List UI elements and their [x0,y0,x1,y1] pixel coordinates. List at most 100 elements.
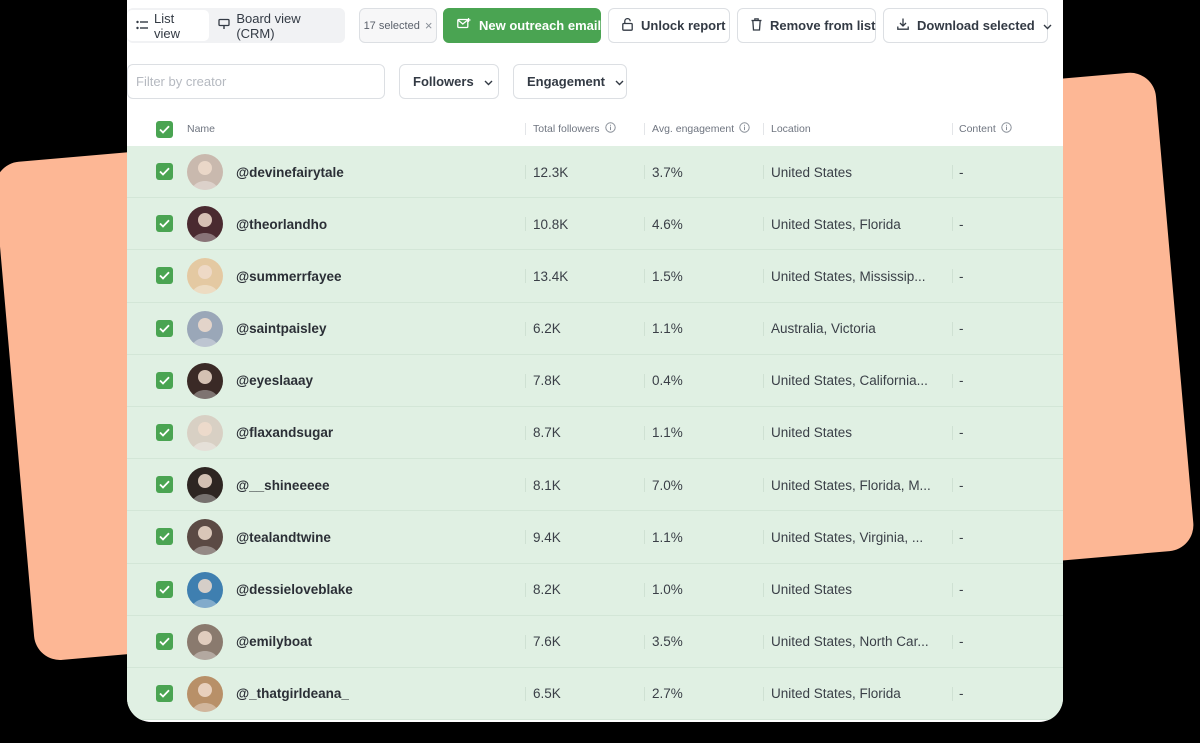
location-cell: United States, California... [771,373,928,389]
table-row[interactable]: @__shineeeee 8.1K 7.0% United States, Fl… [127,459,1063,512]
table-row[interactable]: @_thatgirldeana_ 6.5K 2.7% United States… [127,667,1063,721]
location-header-label: Location [771,123,811,135]
row-checkbox[interactable] [156,632,173,650]
table-row[interactable]: @tealandtwine 9.4K 1.1% United States, V… [127,511,1063,564]
engagement-header-label: Avg. engagement [652,123,735,135]
creator-filter-input[interactable] [127,64,385,99]
clear-selection-icon[interactable]: × [425,18,433,33]
avatar[interactable] [187,414,223,451]
engagement-cell: 7.0% [652,477,683,493]
column-divider [952,165,953,179]
avatar[interactable] [187,258,223,295]
column-divider [763,634,764,649]
creator-handle[interactable]: @eyeslaaay [236,355,313,407]
creator-handle[interactable]: @__shineeeee [236,459,329,511]
followers-cell: 8.7K [533,425,561,441]
table-row[interactable]: @flaxandsugar 8.7K 1.1% United States - [127,406,1063,460]
location-column-header[interactable]: Location [771,112,811,146]
location-cell: United States [771,425,853,441]
table-row[interactable]: @summerrfayee 13.4K 1.5% United States, … [127,250,1063,303]
creator-list-panel: List view Board view (CRM) 17 selected ×… [127,0,1063,722]
row-checkbox[interactable] [156,215,173,233]
row-checkbox[interactable] [156,267,173,285]
row-checkbox[interactable] [156,371,173,389]
followers-column-header[interactable]: Total followers [533,112,616,146]
row-checkbox[interactable] [156,319,173,337]
column-divider [644,634,645,649]
remove-from-list-button[interactable]: Remove from list [737,8,876,43]
column-divider [763,269,764,284]
name-column-header[interactable]: Name [187,112,215,146]
engagement-column-header[interactable]: Avg. engagement [652,112,750,146]
table-row[interactable]: @devinefairytale 12.3K 3.7% United State… [127,146,1063,199]
content-header-label: Content [959,123,996,135]
avatar-portrait-icon [187,154,223,190]
unlock-report-button[interactable]: Unlock report [608,8,730,43]
download-selected-button[interactable]: Download selected [883,8,1052,43]
table-row[interactable]: @emilyboat 7.6K 3.5% United States, Nort… [127,615,1063,668]
creator-handle[interactable]: @theorlandho [236,198,327,250]
table-header: Name Total followers Avg. engagement Loc… [127,112,1063,146]
column-divider [525,217,526,232]
avatar[interactable] [187,571,223,608]
selected-count: 17 selected [363,19,420,32]
table-row[interactable]: @dessieloveblake 8.2K 1.0% United States… [127,563,1063,616]
creator-handle[interactable]: @devinefairytale [236,146,344,198]
creator-handle[interactable]: @_thatgirldeana_ [236,668,349,720]
row-checkbox[interactable] [156,580,173,598]
content-cell: - [959,425,964,441]
column-divider [952,530,953,545]
followers-filter-dropdown[interactable]: Followers [399,64,499,99]
followers-cell: 7.6K [533,634,561,650]
column-divider [952,582,953,597]
engagement-filter-label: Engagement [527,74,606,89]
creator-handle[interactable]: @saintpaisley [236,303,326,355]
column-divider [525,269,526,284]
checkmark-icon [159,480,170,489]
avatar[interactable] [187,623,223,660]
column-divider [644,478,645,493]
column-divider [525,165,526,179]
avatar[interactable] [187,467,223,504]
followers-cell: 6.2K [533,321,561,337]
avatar[interactable] [187,519,223,556]
content-cell: - [959,373,964,389]
column-divider [525,478,526,493]
content-cell: - [959,268,964,284]
new-outreach-email-button[interactable]: New outreach email [443,8,601,43]
row-checkbox[interactable] [156,528,173,546]
column-divider [763,478,764,493]
creator-handle[interactable]: @dessieloveblake [236,564,353,616]
select-all-checkbox[interactable] [156,112,173,146]
avatar[interactable] [187,362,223,399]
avatar[interactable] [187,206,223,243]
followers-cell: 8.1K [533,477,561,493]
list-view-tab[interactable]: List view [127,10,210,41]
creator-handle[interactable]: @summerrfayee [236,250,341,302]
creator-handle[interactable]: @tealandtwine [236,511,331,563]
checkmark-icon [159,585,170,594]
table-row[interactable]: @saintpaisley 6.2K 1.1% Australia, Victo… [127,302,1063,355]
column-divider [644,686,645,701]
creator-handle[interactable]: @flaxandsugar [236,407,333,459]
engagement-cell: 1.5% [652,268,683,284]
content-column-header[interactable]: Content [959,112,1012,146]
followers-cell: 7.8K [533,373,561,389]
engagement-filter-dropdown[interactable]: Engagement [513,64,627,99]
avatar[interactable] [187,675,223,712]
avatar[interactable] [187,154,223,190]
avatar[interactable] [187,310,223,347]
column-divider [763,530,764,545]
row-checkbox[interactable] [156,684,173,702]
row-checkbox[interactable] [156,163,173,180]
followers-header-label: Total followers [533,123,600,135]
row-checkbox[interactable] [156,423,173,441]
followers-cell: 9.4K [533,529,561,545]
table-row[interactable]: @theorlandho 10.8K 4.6% United States, F… [127,198,1063,251]
table-row[interactable]: @eyeslaaay 7.8K 0.4% United States, Cali… [127,354,1063,407]
board-view-tab[interactable]: Board view (CRM) [209,10,345,41]
avatar-portrait-icon [187,519,223,556]
content-cell: - [959,529,964,545]
row-checkbox[interactable] [156,476,173,494]
creator-handle[interactable]: @emilyboat [236,616,312,668]
